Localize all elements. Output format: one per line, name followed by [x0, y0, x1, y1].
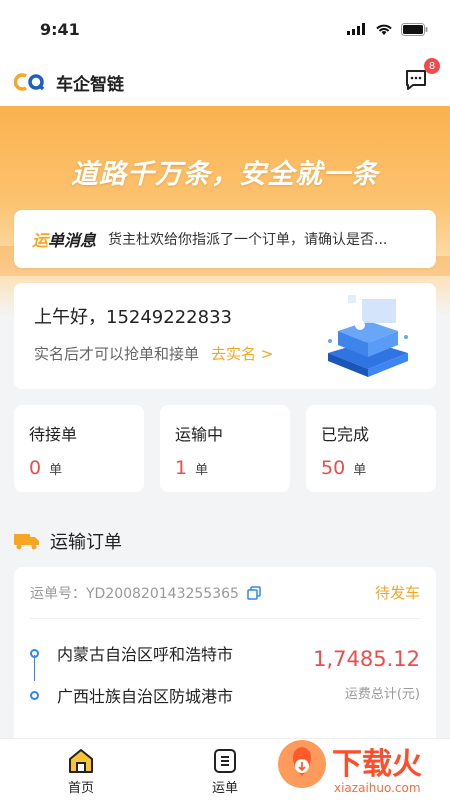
- tab-waybill-label: 运单: [211, 781, 238, 796]
- chat-icon: [406, 70, 426, 90]
- status-time: 9:41: [40, 19, 80, 39]
- truck-icon: [14, 534, 39, 550]
- system-icons: [347, 22, 428, 36]
- stat-label: 已完成: [321, 425, 370, 444]
- order-card[interactable]: 运单号：YD200820143255365 待发车 内蒙古自治区呼和浩特市 广西…: [14, 567, 436, 747]
- watermark-text: 下载火: [332, 747, 422, 782]
- message-count-badge: 8: [424, 58, 440, 74]
- freight-amount: 1,7485.12: [313, 647, 420, 671]
- freight-amount-label: 运费总计(元): [344, 687, 420, 702]
- tab-waybill[interactable]: 运单: [195, 747, 255, 796]
- copy-icon[interactable]: [247, 585, 261, 600]
- stat-unit: 单: [353, 463, 367, 478]
- battery-icon: [401, 22, 428, 36]
- notice-title: 运单消息: [32, 231, 97, 250]
- stat-value: 50: [321, 457, 346, 479]
- stat-label: 待接单: [29, 425, 78, 444]
- notice-text: 货主杜欢给你指派了一个订单，请确认是否...: [108, 232, 388, 248]
- wifi-icon: [376, 24, 392, 35]
- banner-slogan: 道路千万条，安全就一条: [71, 159, 379, 190]
- section-header: 运输订单: [14, 528, 122, 554]
- tab-home-label: 首页: [67, 781, 94, 796]
- waybill-notice[interactable]: 运单消息 货主杜欢给你指派了一个订单，请确认是否...: [14, 210, 436, 268]
- origin-stop: 内蒙古自治区呼和浩特市: [30, 641, 233, 665]
- stat-in-transit[interactable]: 运输中 1单: [160, 405, 290, 492]
- order-number: 运单号：YD200820143255365: [30, 585, 239, 602]
- section-title: 运输订单: [50, 532, 122, 553]
- brand: 车企智链: [14, 70, 124, 95]
- status-bar: 9:41: [0, 0, 450, 58]
- app-header: 车企智链 8: [0, 58, 450, 106]
- order-status-badge: 待发车: [374, 584, 420, 602]
- destination-stop: 广西壮族自治区防城港市: [30, 683, 233, 707]
- waybill-icon: [214, 749, 236, 773]
- origin-address: 内蒙古自治区呼和浩特市: [57, 645, 234, 664]
- verify-identity-link[interactable]: 去实名 >: [211, 343, 273, 364]
- watermark-url: xiazaihuo.com: [334, 781, 421, 795]
- stat-label: 运输中: [175, 425, 224, 444]
- watermark-logo: 下载火 xiazaihuo.com: [278, 740, 422, 795]
- messages-button[interactable]: 8: [404, 58, 440, 96]
- app-logo-icon: [14, 73, 45, 91]
- destination-address: 广西壮族自治区防城港市: [57, 687, 234, 706]
- stat-unit: 单: [49, 463, 63, 478]
- stat-value: 1: [175, 457, 188, 479]
- server-illustration-icon: [328, 295, 408, 377]
- destination-dot-icon: [30, 690, 39, 700]
- tab-home[interactable]: 首页: [51, 747, 111, 796]
- route-connector: [34, 655, 35, 681]
- greeting-card: 上午好，15249222833 实名后才可以抢单和接单 去实名 >: [14, 283, 436, 389]
- home-icon: [69, 749, 93, 773]
- order-route: 内蒙古自治区呼和浩特市 广西壮族自治区防城港市 1,7485.12 运费总计(元…: [30, 635, 420, 715]
- stat-value: 0: [29, 457, 42, 479]
- stat-completed[interactable]: 已完成 50 单: [306, 405, 436, 492]
- verification-hint: 实名后才可以抢单和接单: [34, 345, 200, 363]
- stat-pending[interactable]: 待接单 0单: [14, 405, 144, 492]
- signal-icon: [347, 23, 365, 35]
- stat-unit: 单: [195, 463, 209, 478]
- app-name: 车企智链: [56, 74, 124, 95]
